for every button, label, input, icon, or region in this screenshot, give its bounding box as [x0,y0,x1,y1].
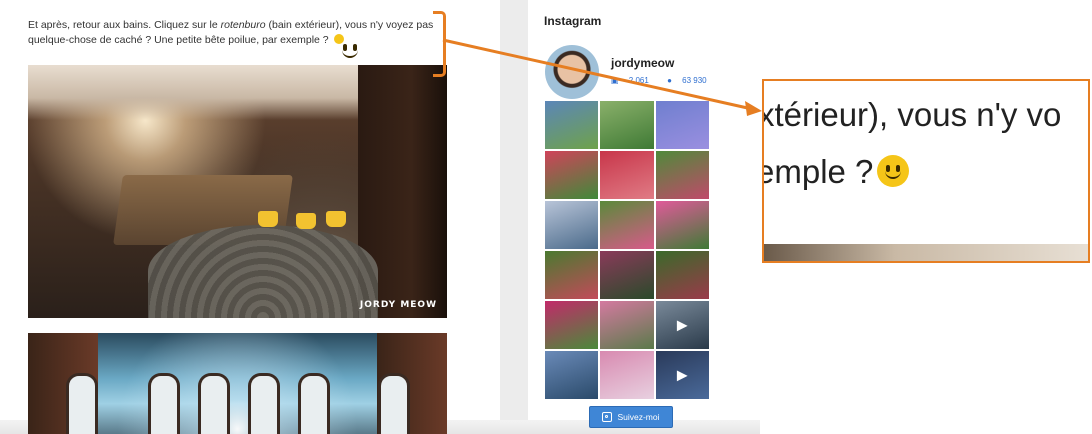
followers-count-value: 63 930 [682,76,707,85]
posts-count-value: 2 061 [628,76,649,85]
column-divider [500,0,528,434]
arched-window [298,373,330,434]
arched-window [248,373,280,434]
stone-floor [148,225,378,318]
bucket-icon [258,211,278,227]
instagram-photo-tile[interactable] [545,201,599,249]
instagram-widget-title: Instagram [544,14,602,28]
followers-count: ● 63 930 [667,76,715,85]
instagram-photo-tile[interactable] [655,251,709,299]
instagram-icon [602,412,613,422]
zoom-photo-strip [764,244,1088,261]
instagram-username[interactable]: jordymeow [611,56,674,70]
avatar[interactable] [545,45,599,99]
intro-text-emphasis: rotenburo [220,19,266,31]
instagram-photo-tile[interactable] [600,151,654,199]
instagram-photo-tile[interactable] [600,301,654,349]
instagram-photo-tile[interactable] [545,251,599,299]
instagram-photo-tile[interactable] [600,251,654,299]
annotation-bracket [433,11,446,77]
slightly-smiling-face-icon [877,155,910,187]
follow-button[interactable]: Suivez-moi [589,406,673,428]
follow-button-label: Suivez-moi [617,412,660,422]
instagram-photo-tile[interactable]: ▶ [655,351,709,399]
arched-window [198,373,230,434]
instagram-photo-tile[interactable] [545,151,599,199]
bucket-icon [296,213,316,229]
instagram-photo-tile[interactable] [600,351,654,399]
user-icon: ● [667,76,672,85]
arched-window [378,373,410,434]
photo-watermark: JORDY MEOW [359,300,437,310]
annotation-arrow-head [745,101,762,116]
instagram-photo-tile[interactable] [600,101,654,149]
arched-window [66,373,98,434]
play-icon: ▶ [676,316,688,333]
instagram-photo-tile[interactable]: ▶ [655,301,709,349]
instagram-photo-tile[interactable] [655,151,709,199]
instagram-photo-tile[interactable] [545,351,599,399]
image-icon: ▣ [611,76,619,85]
zoom-text-line-2: emple ? [762,153,910,191]
slightly-smiling-face-icon [333,34,358,58]
church-interior-photo[interactable] [28,333,447,434]
instagram-photo-tile[interactable] [545,101,599,149]
onsen-bath-photo[interactable]: JORDY MEOW [28,65,447,318]
bucket-icon [326,211,346,227]
instagram-stats: ▣ 2 061 ● 63 930 [611,76,723,85]
posts-count: ▣ 2 061 [611,76,657,85]
zoom-callout: xtérieur), vous n'y vo emple ? [762,79,1090,263]
article-intro-paragraph: Et après, retour aux bains. Cliquez sur … [28,18,438,58]
play-icon: ▶ [676,366,688,383]
instagram-photo-tile[interactable] [655,101,709,149]
instagram-photo-tile[interactable] [655,201,709,249]
instagram-photo-tile[interactable] [545,301,599,349]
intro-text-start: Et après, retour aux bains. Cliquez sur … [28,19,221,31]
arched-window [148,373,180,434]
instagram-photo-tile[interactable] [600,201,654,249]
zoom-text-line-2-label: emple ? [762,153,874,190]
zoom-text-line-1: xtérieur), vous n'y vo [762,96,1062,133]
instagram-photo-grid: ▶ ▶ [545,101,711,399]
